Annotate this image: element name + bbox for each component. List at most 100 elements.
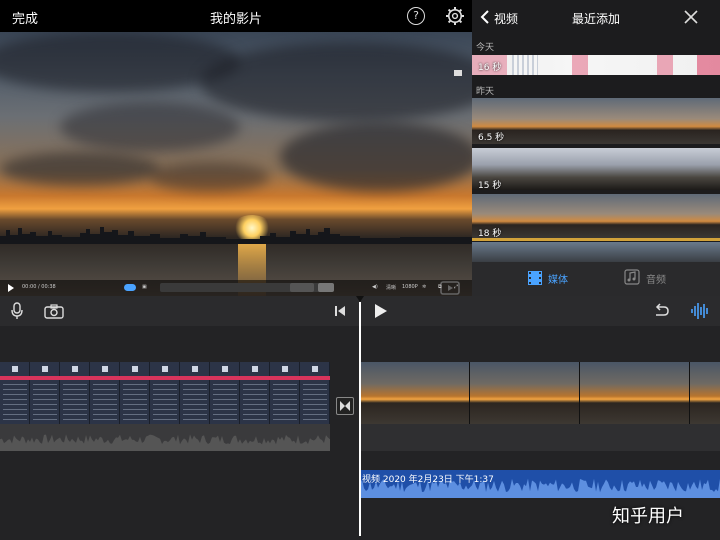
cloud [200, 42, 472, 122]
clip-frame [240, 362, 270, 424]
clip-audio-track[interactable] [0, 424, 330, 451]
clip-yesterday-2[interactable]: 15 秒 [472, 148, 720, 190]
clip-frame [0, 362, 30, 424]
frame-header [60, 376, 90, 380]
embedded-player-controls: 00:00 / 00:38 ▣ ◀) 清晰 1080P ✲ ⧉ ⤢ [0, 280, 472, 296]
frame-content [3, 384, 27, 420]
video-clip-sunset[interactable] [360, 362, 720, 424]
clip-frame [470, 362, 580, 424]
bookmark-icon[interactable] [454, 70, 462, 76]
section-yesterday: 昨天 [476, 87, 495, 97]
clip-today[interactable]: 16 秒 [472, 55, 720, 75]
frame-logo [192, 366, 198, 372]
media-browser: 视频 最近添加 今天 16 秒 昨天 6.5 秒 15 秒 18 秒 媒体 音频 [472, 0, 720, 296]
frame-logo [12, 366, 18, 372]
frame-header [30, 376, 60, 380]
help-button[interactable]: ? [407, 7, 425, 25]
clip-frame [690, 362, 720, 424]
send-button[interactable] [290, 283, 314, 292]
clip-yesterday-1[interactable]: 6.5 秒 [472, 98, 720, 144]
clip-yesterday-4[interactable] [472, 242, 720, 262]
frame-header [300, 376, 330, 380]
frame-logo [222, 366, 228, 372]
fullscreen-icon[interactable]: ⤢ [454, 284, 458, 290]
top-bar: 完成 我的影片 ? [0, 0, 472, 32]
frame-header [270, 376, 300, 380]
clip-frame [30, 362, 60, 424]
frame-header [180, 376, 210, 380]
frame-logo [252, 366, 258, 372]
frame-logo [162, 366, 168, 372]
tab-media[interactable]: 媒体 [548, 271, 568, 286]
clip-duration: 16 秒 [478, 63, 502, 73]
film-icon[interactable] [526, 269, 544, 287]
microphone-icon[interactable] [10, 302, 24, 320]
clip-frame [120, 362, 150, 424]
volume-icon[interactable]: ◀) [372, 284, 378, 290]
music-note-icon[interactable] [624, 269, 640, 285]
frame-header [150, 376, 180, 380]
video-preview[interactable]: 00:00 / 00:38 ▣ ◀) 清晰 1080P ✲ ⧉ ⤢ [0, 32, 472, 296]
frame-header [0, 376, 30, 380]
pip-icon[interactable]: ⧉ [438, 284, 442, 290]
camera-icon[interactable] [44, 304, 64, 319]
browser-tabs: 媒体 音频 [472, 262, 720, 296]
quality-value[interactable]: 1080P [402, 284, 418, 290]
frame-logo [312, 366, 318, 372]
audio-waveform [0, 434, 330, 451]
audio-clip-label: 视频 2020 年2月23日 下午1:37 [362, 475, 494, 485]
frame-header [240, 376, 270, 380]
playhead[interactable] [359, 302, 361, 536]
clip-frame [270, 362, 300, 424]
close-icon[interactable] [684, 10, 698, 24]
frame-content [153, 384, 177, 420]
clip-frame [580, 362, 690, 424]
thumb-frame [572, 55, 588, 75]
clip-frame [90, 362, 120, 424]
cloud [150, 162, 270, 192]
send-button-accent[interactable] [318, 283, 334, 292]
thumb-frame [657, 55, 673, 75]
frame-content [123, 384, 147, 420]
transition-icon [340, 401, 350, 411]
watermark: 知乎用户 [612, 506, 684, 527]
autoplay-toggle[interactable] [124, 284, 136, 291]
frame-logo [102, 366, 108, 372]
video-clip-screen-recording[interactable] [0, 362, 330, 424]
clip-duration: 15 秒 [478, 181, 502, 190]
frame-logo [282, 366, 288, 372]
thumb-frame [697, 55, 720, 75]
city-skyline [0, 227, 472, 244]
frame-content [213, 384, 237, 420]
frame-logo [72, 366, 78, 372]
thumb-frame [512, 55, 538, 75]
settings-icon[interactable]: ✲ [422, 284, 426, 290]
audio-waveform-icon[interactable] [690, 302, 710, 320]
cloud [60, 102, 240, 152]
undo-icon[interactable] [652, 303, 670, 319]
frame-content [303, 384, 327, 420]
play-icon[interactable] [8, 284, 14, 292]
frame-header [120, 376, 150, 380]
clip-yesterday-3[interactable]: 18 秒 [472, 194, 720, 238]
quality-label[interactable]: 清晰 [386, 284, 396, 291]
tab-audio[interactable]: 音频 [646, 271, 666, 286]
section-today: 今天 [476, 43, 495, 53]
danmaku-icon[interactable]: ▣ [142, 284, 147, 290]
clip-frame [60, 362, 90, 424]
frame-content [33, 384, 57, 420]
clip-empty-lane [360, 424, 720, 451]
clip-frame [150, 362, 180, 424]
gear-icon[interactable] [445, 6, 465, 26]
play-icon[interactable] [374, 303, 388, 319]
clip-frame [300, 362, 330, 424]
audio-clip[interactable]: 视频 2020 年2月23日 下午1:37 [360, 470, 720, 498]
frame-content [63, 384, 87, 420]
frame-content [183, 384, 207, 420]
selection-highlight [472, 238, 720, 241]
clip-frame [180, 362, 210, 424]
skip-to-start-icon[interactable] [334, 305, 346, 317]
transition-button[interactable] [336, 397, 354, 415]
clip-duration: 18 秒 [478, 229, 502, 238]
frame-header [90, 376, 120, 380]
